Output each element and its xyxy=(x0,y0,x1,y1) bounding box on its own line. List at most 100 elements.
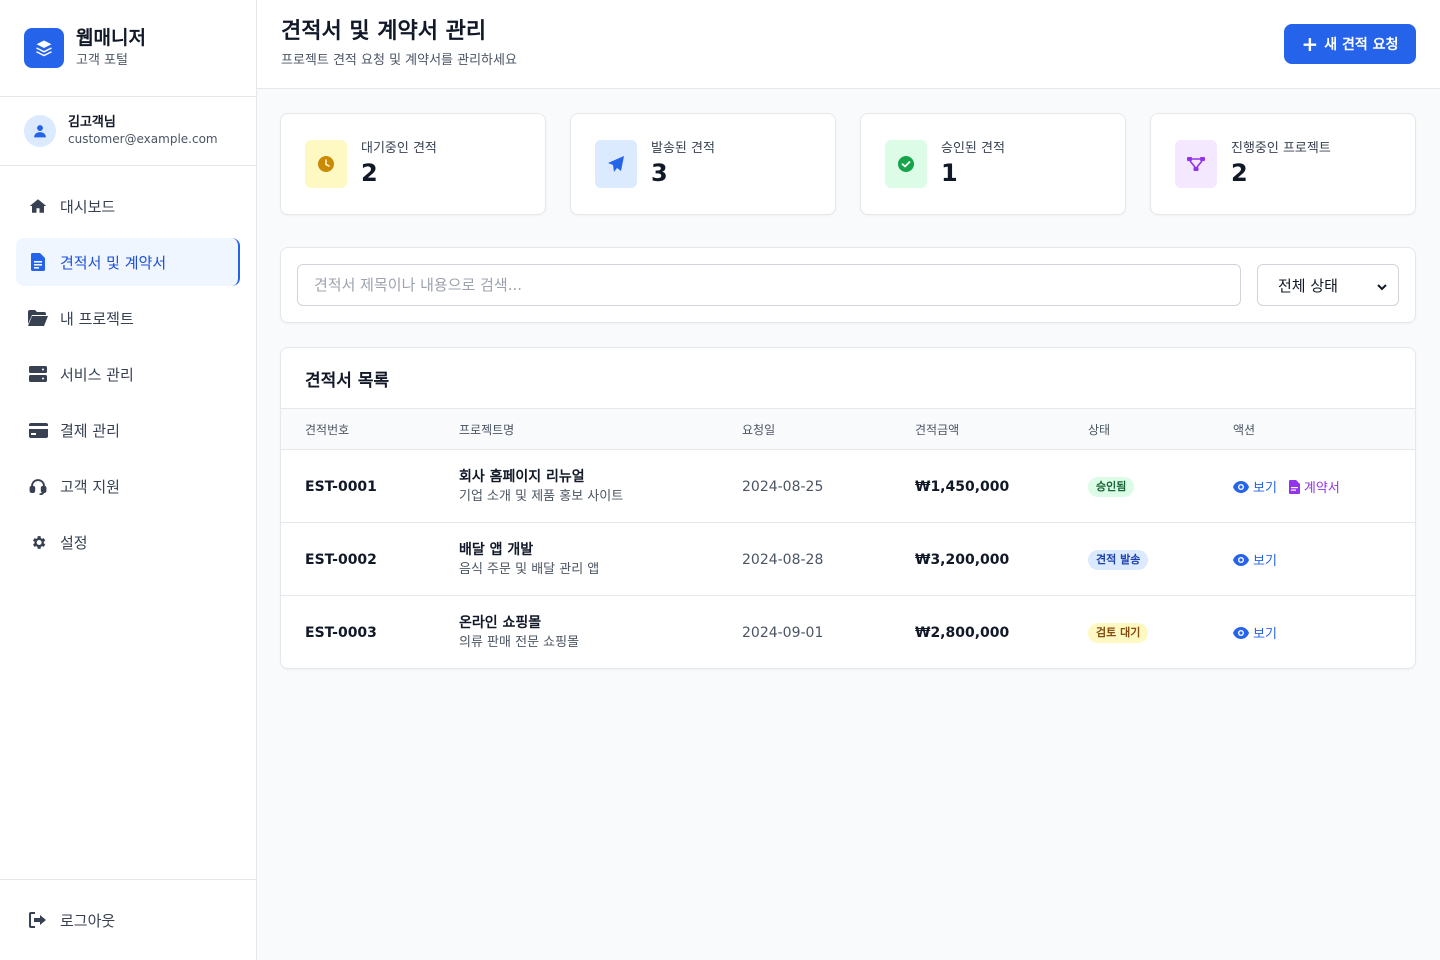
sidebar-item-settings[interactable]: 설정 xyxy=(16,518,240,566)
brand-title: 웹매니저 xyxy=(76,27,146,49)
stat-value: 2 xyxy=(1231,159,1248,187)
brand: 웹매니저 고객 포털 xyxy=(0,0,256,97)
status-filter-select[interactable]: 전체 상태 xyxy=(1257,264,1399,306)
sidebar-item-label: 견적서 및 계약서 xyxy=(60,253,167,272)
user-profile: 김고객님 customer@example.com xyxy=(0,97,256,166)
sidebar-item-label: 서비스 관리 xyxy=(60,365,134,384)
eye-icon xyxy=(1233,480,1249,493)
credit-card-icon xyxy=(28,420,48,440)
stat-card-sent: 발송된 견적 3 xyxy=(570,113,836,215)
view-button[interactable]: 보기 xyxy=(1233,477,1277,496)
table-row: EST-0001 회사 홈페이지 리뉴얼 기업 소개 및 제품 홍보 사이트 2… xyxy=(281,450,1415,523)
layers-icon xyxy=(24,28,64,68)
estimate-number: EST-0002 xyxy=(305,551,377,568)
status-badge: 견적 발송 xyxy=(1088,549,1149,570)
chevron-down-icon xyxy=(1376,279,1388,297)
project-diagram-icon xyxy=(1175,140,1217,188)
logout-section: 로그아웃 xyxy=(0,879,256,960)
column-header: 프로젝트명 xyxy=(459,423,515,437)
request-date: 2024-08-25 xyxy=(742,478,824,495)
view-label: 보기 xyxy=(1253,481,1277,496)
column-header: 액션 xyxy=(1233,423,1256,437)
sidebar-item-services[interactable]: 서비스 관리 xyxy=(16,350,240,398)
sidebar-item-estimates[interactable]: 견적서 및 계약서 xyxy=(16,238,240,286)
estimate-amount: ₩2,800,000 xyxy=(915,624,1010,641)
sign-out-icon xyxy=(28,910,48,930)
estimate-amount: ₩1,450,000 xyxy=(915,478,1010,495)
estimate-number: EST-0003 xyxy=(305,624,377,641)
paper-plane-icon xyxy=(595,140,637,188)
new-estimate-button[interactable]: + 새 견적 요청 xyxy=(1284,24,1416,64)
stat-value: 3 xyxy=(651,159,668,187)
status-badge: 검토 대기 xyxy=(1088,622,1149,643)
check-circle-icon xyxy=(885,140,927,188)
sidebar-item-label: 고객 지원 xyxy=(60,477,120,496)
sidebar-item-label: 설정 xyxy=(60,533,88,552)
contract-label: 계약서 xyxy=(1303,481,1340,496)
table-row: EST-0002 배달 앱 개발 음식 주문 및 배달 관리 앱 2024-08… xyxy=(281,523,1415,596)
home-icon xyxy=(28,196,48,216)
sidebar-item-label: 내 프로젝트 xyxy=(60,309,134,328)
project-description: 기업 소개 및 제품 홍보 사이트 xyxy=(459,488,624,504)
project-description: 의류 판매 전문 쇼핑몰 xyxy=(459,634,580,650)
page-subtitle: 프로젝트 견적 요청 및 계약서를 관리하세요 xyxy=(281,53,517,68)
stat-value: 1 xyxy=(941,159,958,187)
sidebar-item-payments[interactable]: 결제 관리 xyxy=(16,406,240,454)
estimate-list: 견적서 목록 견적번호 프로젝트명 요청일 견적금액 상태 액션 EST-000… xyxy=(280,347,1416,669)
document-icon xyxy=(28,252,48,272)
column-header: 견적금액 xyxy=(915,423,960,437)
status-badge: 승인됨 xyxy=(1088,476,1135,497)
stat-label: 진행중인 프로젝트 xyxy=(1231,141,1331,156)
brand-subtitle: 고객 포털 xyxy=(76,53,128,68)
file-contract-icon xyxy=(1288,479,1300,494)
column-header: 견적번호 xyxy=(305,423,350,437)
stat-card-projects: 진행중인 프로젝트 2 xyxy=(1150,113,1416,215)
stat-value: 2 xyxy=(361,159,378,187)
request-date: 2024-09-01 xyxy=(742,624,824,641)
stat-card-pending: 대기중인 견적 2 xyxy=(280,113,546,215)
table-row: EST-0003 온라인 쇼핑몰 의류 판매 전문 쇼핑몰 2024-09-01… xyxy=(281,596,1415,668)
estimate-list-title: 견적서 목록 xyxy=(281,348,1415,409)
headset-icon xyxy=(28,476,48,496)
user-name: 김고객님 xyxy=(68,115,116,130)
sidebar-nav: 대시보드 견적서 및 계약서 내 프로젝트 서비스 관리 결제 관리 고객 지원… xyxy=(0,166,256,590)
sidebar-item-projects[interactable]: 내 프로젝트 xyxy=(16,294,240,342)
sidebar-item-dashboard[interactable]: 대시보드 xyxy=(16,182,240,230)
status-filter-value: 전체 상태 xyxy=(1278,276,1338,295)
user-email: customer@example.com xyxy=(68,132,218,146)
project-name: 배달 앱 개발 xyxy=(459,541,534,558)
table-header: 견적번호 프로젝트명 요청일 견적금액 상태 액션 xyxy=(281,409,1415,450)
search-input[interactable] xyxy=(297,264,1241,306)
server-icon xyxy=(28,364,48,384)
estimate-number: EST-0001 xyxy=(305,478,377,495)
project-description: 음식 주문 및 배달 관리 앱 xyxy=(459,561,600,577)
contract-button[interactable]: 계약서 xyxy=(1288,477,1340,496)
project-name: 온라인 쇼핑몰 xyxy=(459,614,542,631)
page-header: 견적서 및 계약서 관리 프로젝트 견적 요청 및 계약서를 관리하세요 + 새… xyxy=(257,0,1440,89)
project-name: 회사 홈페이지 리뉴얼 xyxy=(459,468,585,485)
new-estimate-label: 새 견적 요청 xyxy=(1324,37,1399,53)
gear-icon xyxy=(28,532,48,552)
column-header: 요청일 xyxy=(742,423,776,437)
logout-label: 로그아웃 xyxy=(60,911,116,930)
sidebar-item-label: 결제 관리 xyxy=(60,421,120,440)
stats-row: 대기중인 견적 2 발송된 견적 3 승인된 견적 1 진행중인 프로젝트 2 xyxy=(280,113,1416,215)
estimate-amount: ₩3,200,000 xyxy=(915,551,1010,568)
view-label: 보기 xyxy=(1253,627,1277,642)
page-title: 견적서 및 계약서 관리 xyxy=(281,19,487,44)
stat-card-approved: 승인된 견적 1 xyxy=(860,113,1126,215)
filter-bar: 전체 상태 xyxy=(280,247,1416,323)
clock-icon xyxy=(305,140,347,188)
logout-button[interactable]: 로그아웃 xyxy=(16,896,240,944)
sidebar: 웹매니저 고객 포털 김고객님 customer@example.com 대시보… xyxy=(0,0,257,960)
column-header: 상태 xyxy=(1088,423,1111,437)
stat-label: 발송된 견적 xyxy=(651,141,715,156)
folder-icon xyxy=(28,308,48,328)
view-label: 보기 xyxy=(1253,554,1277,569)
sidebar-item-support[interactable]: 고객 지원 xyxy=(16,462,240,510)
user-icon xyxy=(24,115,56,147)
request-date: 2024-08-28 xyxy=(742,551,824,568)
view-button[interactable]: 보기 xyxy=(1233,623,1277,642)
view-button[interactable]: 보기 xyxy=(1233,550,1277,569)
plus-icon: + xyxy=(1301,32,1319,56)
